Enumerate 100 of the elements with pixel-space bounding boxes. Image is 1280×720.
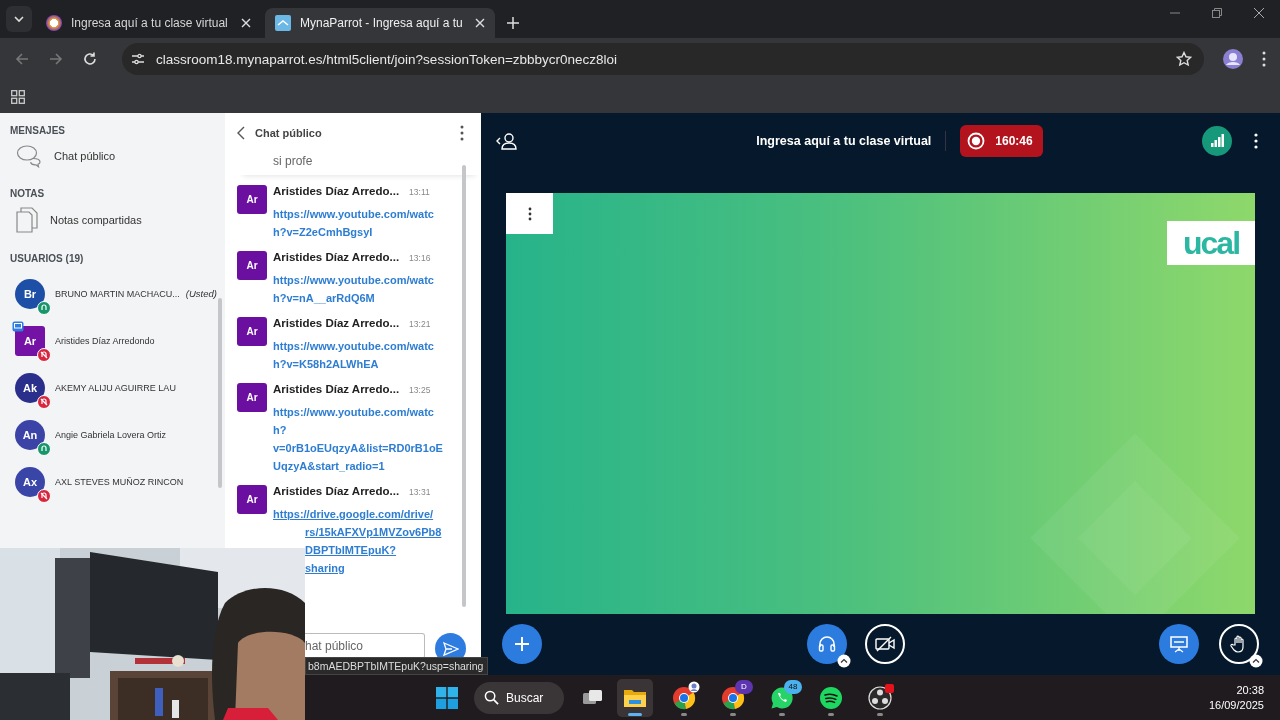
message-link[interactable]: https://www.youtube.com/watc bbox=[273, 205, 434, 223]
bookmark-star-icon[interactable] bbox=[1176, 51, 1192, 67]
taskbar-app[interactable]: 48 bbox=[764, 678, 800, 717]
sender-name: Aristides Díaz Arredo... bbox=[273, 383, 400, 395]
scrollbar[interactable] bbox=[462, 165, 466, 607]
message-time: 13:16 bbox=[409, 253, 431, 263]
browser-tab[interactable]: Ingresa aquí a tu clase virtual bbox=[36, 8, 261, 38]
user-avatar: Br bbox=[15, 278, 45, 309]
profile-avatar-icon[interactable] bbox=[1222, 48, 1244, 70]
menu-icon[interactable] bbox=[1262, 51, 1266, 67]
message-link[interactable]: h?v=Z2eCmhBgsyI bbox=[273, 223, 373, 241]
notification-badge: D bbox=[735, 679, 753, 694]
notification-badge: 48 bbox=[784, 679, 802, 694]
site-icon bbox=[275, 15, 291, 31]
taskbar-search[interactable]: Buscar bbox=[474, 681, 564, 714]
message-link[interactable]: DBPTbIMTEpuK? bbox=[305, 541, 397, 559]
music-app-icon bbox=[819, 685, 843, 710]
message-link[interactable]: h?v=K58h2ALWhEA bbox=[273, 355, 379, 373]
chat-bubbles-icon bbox=[16, 144, 42, 168]
message-link[interactable]: sharing bbox=[305, 559, 345, 577]
chat-title: Chat público bbox=[255, 127, 322, 139]
browser-tab[interactable]: MynaParrot - Ingresa aquí a tu bbox=[265, 8, 495, 38]
camera-off-button[interactable] bbox=[865, 624, 905, 664]
site-settings-icon[interactable] bbox=[130, 51, 146, 67]
shared-notes-item[interactable]: Notas compartidas bbox=[0, 199, 225, 241]
user-avatar: Ax bbox=[15, 466, 45, 497]
message-link[interactable]: https://www.youtube.com/watc bbox=[273, 337, 434, 355]
message-time: 13:31 bbox=[409, 487, 431, 497]
back-icon[interactable] bbox=[14, 51, 30, 67]
taskbar-app[interactable]: D bbox=[715, 678, 751, 717]
message-link[interactable]: https://drive.google.com/drive/ bbox=[273, 505, 434, 523]
sender-name: Aristides Díaz Arredo... bbox=[273, 251, 400, 263]
back-chevron-icon[interactable] bbox=[237, 126, 245, 140]
restore-icon[interactable] bbox=[1212, 8, 1222, 18]
browser-icon bbox=[672, 685, 696, 710]
university-logo: ucal bbox=[1167, 221, 1255, 265]
user-avatar: Ak bbox=[15, 372, 45, 403]
user-name: Aristides Díaz Arredondo bbox=[55, 335, 155, 346]
user-name: AXL STEVES MUÑOZ RINCON bbox=[55, 476, 184, 487]
message-time: 13:11 bbox=[409, 187, 430, 197]
sender-avatar: Ar bbox=[237, 185, 267, 214]
options-icon bbox=[527, 206, 532, 221]
scrollbar[interactable] bbox=[218, 298, 222, 488]
sender-name: Aristides Díaz Arredo... bbox=[273, 185, 400, 197]
close-icon[interactable] bbox=[1254, 8, 1264, 18]
meeting-title: Ingresa aquí a tu clase virtual bbox=[756, 134, 932, 148]
message-text: si profe bbox=[273, 154, 313, 168]
message-link[interactable]: v=0rB1oEUqzyA&list=RD0rB1oE bbox=[273, 439, 443, 457]
message-link[interactable]: https://www.youtube.com/watc bbox=[273, 271, 434, 289]
address-bar[interactable]: classroom18.mynaparrot.es/html5client/join?sessionToken=zbbbycr0necz8loi bbox=[122, 43, 1204, 75]
tab-search-button[interactable] bbox=[6, 6, 32, 32]
message-link[interactable]: https://www.youtube.com/watc bbox=[273, 403, 434, 421]
options-icon[interactable] bbox=[1254, 133, 1258, 149]
send-icon bbox=[442, 640, 459, 657]
message-time: 13:21 bbox=[409, 319, 431, 329]
sender-name: Aristides Díaz Arredo... bbox=[273, 317, 400, 329]
sender-avatar: Ar bbox=[237, 317, 267, 346]
message-input[interactable]: hat público bbox=[305, 633, 425, 659]
camera-off-icon bbox=[874, 635, 896, 653]
clock-date: 16/09/2025 bbox=[1208, 699, 1264, 711]
section-heading: USUARIOS (19) bbox=[9, 252, 85, 264]
you-label: (Usted) bbox=[185, 288, 217, 299]
connection-status-icon[interactable] bbox=[1202, 126, 1232, 156]
caret-icon[interactable] bbox=[1249, 654, 1263, 668]
audio-button[interactable] bbox=[807, 624, 847, 664]
sender-avatar: Ar bbox=[237, 383, 267, 412]
caret-icon[interactable] bbox=[837, 654, 851, 668]
sender-avatar: Ar bbox=[237, 251, 267, 280]
user-name: Angie Gabriela Lovera Ortiz bbox=[55, 429, 167, 440]
options-icon[interactable] bbox=[460, 125, 464, 141]
apps-grid-icon[interactable] bbox=[11, 89, 25, 104]
clock-time: 20:38 bbox=[1236, 684, 1264, 696]
presentation-button[interactable] bbox=[1159, 624, 1199, 664]
recording-indicator[interactable]: 160:46 bbox=[960, 125, 1043, 157]
message-link[interactable]: UqzyA&start_radio=1 bbox=[273, 457, 385, 475]
chevron-down-icon bbox=[13, 13, 25, 25]
user-name: AKEMY ALIJU AGUIRRE LAU bbox=[55, 382, 176, 393]
windows-start-icon[interactable] bbox=[436, 686, 458, 709]
actions-button[interactable] bbox=[502, 624, 542, 664]
site-icon bbox=[46, 15, 62, 31]
link-status-tooltip: b8mAEDBPTbIMTEpuK?usp=sharing bbox=[305, 657, 488, 675]
message-link[interactable]: h?v=nA__arRdQ6M bbox=[273, 289, 375, 307]
message-link[interactable]: h? bbox=[273, 421, 287, 439]
public-chat-item[interactable]: Chat público bbox=[0, 136, 225, 176]
forward-icon[interactable] bbox=[48, 51, 64, 67]
search-icon bbox=[484, 690, 499, 705]
headphones-icon bbox=[817, 634, 837, 654]
taskbar-app[interactable] bbox=[617, 678, 653, 717]
user-avatar: An bbox=[15, 419, 45, 450]
user-list-toggle-icon[interactable] bbox=[495, 132, 517, 150]
documents-icon bbox=[16, 207, 38, 233]
user-name: BRUNO MARTIN MACHACU... bbox=[55, 288, 180, 299]
section-heading: NOTAS bbox=[9, 187, 46, 199]
reload-icon[interactable] bbox=[82, 51, 98, 67]
plus-icon bbox=[514, 636, 530, 652]
new-tab-icon[interactable] bbox=[507, 17, 519, 29]
message-link[interactable]: rs/15kAFXVp1MVZov6Pb8 bbox=[305, 523, 442, 541]
message-time: 13:25 bbox=[409, 385, 431, 395]
sender-name: Aristides Díaz Arredo... bbox=[273, 485, 400, 497]
section-heading: MENSAJES bbox=[9, 124, 66, 136]
